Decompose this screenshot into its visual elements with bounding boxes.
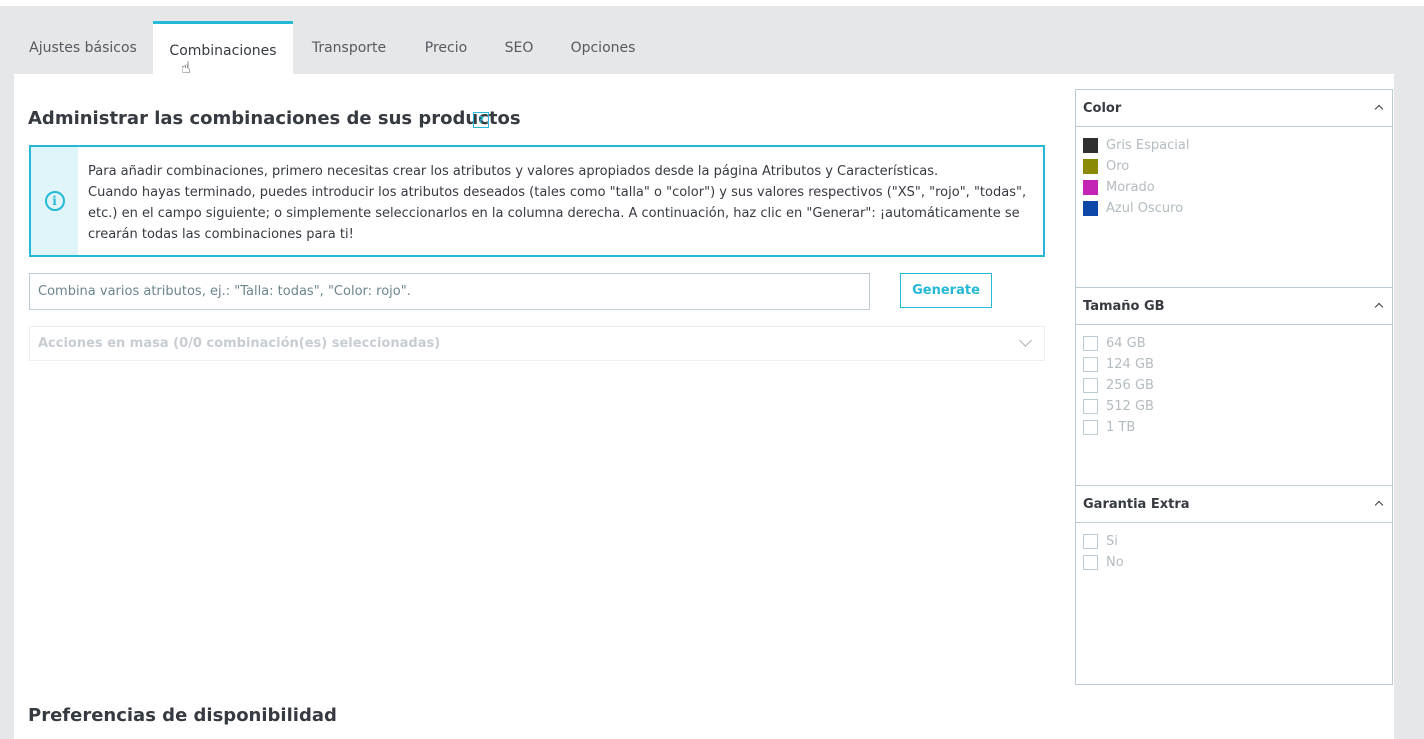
info-line-2: Cuando hayas terminado, puedes introduci… — [88, 185, 1027, 242]
info-icon: i — [44, 191, 65, 211]
color-option-label: Oro — [1106, 159, 1130, 174]
attributes-input[interactable]: Combina varios atributos, ej.: "Talla: t… — [29, 273, 870, 310]
attribute-group-header[interactable]: Garantia Extra — [1076, 486, 1392, 523]
attribute-group-header[interactable]: Tamaño GB — [1076, 288, 1392, 325]
color-option-oro[interactable]: Oro — [1083, 156, 1385, 177]
chevron-down-icon[interactable] — [1019, 334, 1032, 347]
checkbox-label: 256 GB — [1106, 378, 1154, 393]
checkbox[interactable] — [1083, 555, 1098, 570]
attribute-group-color: Color Gris Espacial Oro Morado Azul Oscu… — [1075, 89, 1393, 288]
checkbox[interactable] — [1083, 378, 1098, 393]
checkbox[interactable] — [1083, 399, 1098, 414]
tab-precio[interactable]: Precio — [405, 21, 487, 74]
info-text: Para añadir combinaciones, primero neces… — [88, 161, 1033, 245]
color-swatch — [1083, 180, 1098, 195]
color-option-label: Morado — [1106, 180, 1155, 195]
chevron-up-icon[interactable] — [1374, 104, 1384, 114]
attribute-group-garantia-extra: Garantia Extra Si No — [1075, 485, 1393, 685]
tab-transporte[interactable]: Transporte — [294, 21, 404, 74]
color-option-label: Gris Espacial — [1106, 138, 1190, 153]
checkbox-option-64gb[interactable]: 64 GB — [1083, 333, 1385, 354]
tab-combinaciones[interactable]: Combinaciones — [153, 21, 293, 74]
checkbox[interactable] — [1083, 357, 1098, 372]
checkbox-option-512gb[interactable]: 512 GB — [1083, 396, 1385, 417]
checkbox-label: 124 GB — [1106, 357, 1154, 372]
info-side-bar: i — [31, 147, 78, 255]
page-title: Administrar las combinaciones de sus pro… — [28, 108, 521, 129]
checkbox-label: 512 GB — [1106, 399, 1154, 414]
info-line-1: Para añadir combinaciones, primero neces… — [88, 164, 939, 179]
checkbox[interactable] — [1083, 534, 1098, 549]
checkbox-label: 1 TB — [1106, 420, 1136, 435]
color-swatch — [1083, 138, 1098, 153]
color-option-azul-oscuro[interactable]: Azul Oscuro — [1083, 198, 1385, 219]
color-swatch — [1083, 159, 1098, 174]
attribute-group-tamano-gb: Tamaño GB 64 GB 124 GB 256 GB 512 GB 1 T… — [1075, 287, 1393, 486]
checkbox-option-1tb[interactable]: 1 TB — [1083, 417, 1385, 438]
attribute-group-title: Color — [1083, 100, 1122, 116]
checkbox-option-si[interactable]: Si — [1083, 531, 1385, 552]
chevron-up-icon[interactable] — [1374, 302, 1384, 312]
checkbox-option-124gb[interactable]: 124 GB — [1083, 354, 1385, 375]
checkbox-option-no[interactable]: No — [1083, 552, 1385, 573]
attribute-group-header[interactable]: Color — [1076, 90, 1392, 127]
color-option-gris-espacial[interactable]: Gris Espacial — [1083, 135, 1385, 156]
checkbox-option-256gb[interactable]: 256 GB — [1083, 375, 1385, 396]
availability-title: Preferencias de disponibilidad — [28, 705, 337, 726]
help-icon[interactable]: ? — [473, 112, 489, 128]
checkbox[interactable] — [1083, 336, 1098, 351]
info-alert: i Para añadir combinaciones, primero nec… — [29, 145, 1045, 257]
attribute-group-title: Tamaño GB — [1083, 298, 1165, 314]
color-option-label: Azul Oscuro — [1106, 201, 1184, 216]
checkbox-label: Si — [1106, 534, 1118, 549]
checkbox-label: 64 GB — [1106, 336, 1146, 351]
hand-cursor-icon: ☝ — [181, 58, 191, 77]
color-option-morado[interactable]: Morado — [1083, 177, 1385, 198]
color-swatch — [1083, 201, 1098, 216]
generate-button[interactable]: Generate — [900, 273, 992, 308]
tab-opciones[interactable]: Opciones — [551, 21, 655, 74]
attribute-group-title: Garantia Extra — [1083, 496, 1190, 512]
bulk-actions-label: Acciones en masa (0/0 combinación(es) se… — [38, 336, 441, 351]
chevron-up-icon[interactable] — [1374, 500, 1384, 510]
bulk-actions-bar[interactable]: Acciones en masa (0/0 combinación(es) se… — [29, 326, 1045, 361]
checkbox[interactable] — [1083, 420, 1098, 435]
checkbox-label: No — [1106, 555, 1124, 570]
tab-ajustes-basicos[interactable]: Ajustes básicos — [14, 21, 152, 74]
tab-seo[interactable]: SEO — [488, 21, 550, 74]
